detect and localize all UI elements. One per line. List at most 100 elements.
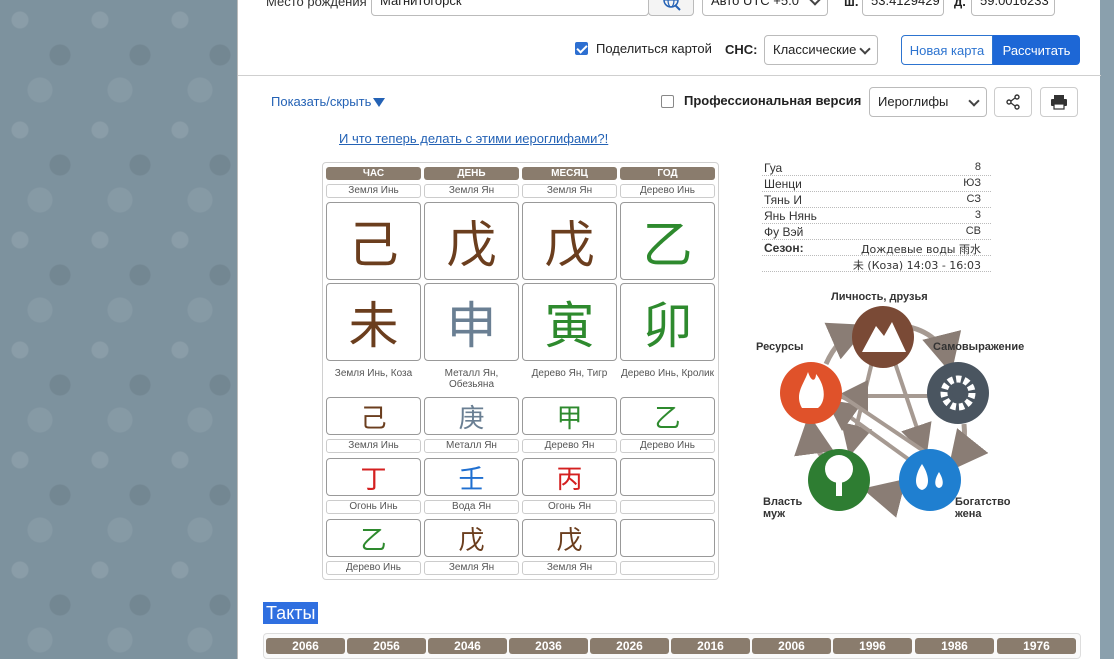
hidden-stem-empty bbox=[620, 458, 715, 496]
triangle-down-icon bbox=[373, 98, 386, 108]
stem-caption: Земля Ян bbox=[522, 184, 617, 198]
hidden-stem: 甲 bbox=[522, 397, 617, 435]
hidden-stem-caption: Дерево Инь bbox=[620, 439, 715, 453]
main-panel: Место рождения Магнитогорск Авто UTC +5.… bbox=[237, 0, 1101, 659]
pro-version-checkbox[interactable] bbox=[661, 95, 674, 108]
sns-label: СНС: bbox=[725, 42, 758, 57]
five-elements-wheel: Личность, друзья Ресурсы Самовыражение В… bbox=[744, 284, 1036, 524]
share-icon bbox=[1006, 94, 1020, 110]
hidden-stem: 乙 bbox=[620, 397, 715, 435]
branch-caption: Дерево Инь, Кролик bbox=[621, 368, 714, 379]
year-tab[interactable]: 2026 bbox=[590, 638, 669, 654]
label-power: Власть bbox=[763, 496, 803, 508]
stem-month: 戊 bbox=[522, 202, 617, 280]
hidden-stem: 己 bbox=[326, 397, 421, 435]
elements-cycle-diagram bbox=[780, 306, 989, 518]
info-key: Гуа bbox=[764, 161, 783, 175]
hidden-stem: 壬 bbox=[424, 458, 519, 496]
arrow-wood-fire bbox=[794, 414, 834, 461]
label-personality: Личность, друзья bbox=[831, 291, 928, 303]
hidden-stem: 丁 bbox=[326, 458, 421, 496]
hidden-stem-caption: Дерево Инь bbox=[326, 561, 421, 575]
branch-month: 寅 bbox=[522, 283, 617, 361]
stem-caption: Дерево Инь bbox=[620, 184, 715, 198]
branch-caption: Земля Инь, Коза bbox=[334, 368, 413, 379]
share-button[interactable] bbox=[994, 87, 1032, 117]
hidden-stem: 丙 bbox=[522, 458, 617, 496]
stem-hour: 己 bbox=[326, 202, 421, 280]
label-resources: Ресурсы bbox=[756, 341, 804, 353]
label-self-expression: Самовыражение bbox=[933, 341, 1025, 353]
share-label: Поделиться картой bbox=[596, 41, 712, 56]
hidden-stem-caption bbox=[620, 561, 715, 575]
year-tab[interactable]: 2016 bbox=[671, 638, 750, 654]
year-tab[interactable]: 1986 bbox=[915, 638, 994, 654]
share-checkbox[interactable] bbox=[575, 42, 588, 55]
stem-day: 戊 bbox=[424, 202, 519, 280]
timezone-value: Авто UTC +5.0 bbox=[711, 0, 799, 8]
year-tab[interactable]: 2036 bbox=[509, 638, 588, 654]
season-row: Сезон: Дождевые воды 雨水 bbox=[762, 240, 991, 256]
year-tab[interactable]: 2046 bbox=[428, 638, 507, 654]
place-input[interactable]: Магнитогорск bbox=[371, 0, 649, 16]
background-strip bbox=[1100, 0, 1114, 659]
branch-hour: 未 bbox=[326, 283, 421, 361]
chart-toolbar: Показать/скрыть Профессиональная версия … bbox=[263, 84, 1093, 120]
view-select[interactable]: Иероглифы bbox=[869, 87, 987, 117]
branch-caption: Дерево Ян, Тигр bbox=[531, 368, 608, 379]
water-element-icon bbox=[899, 449, 961, 511]
info-value: 3 bbox=[974, 209, 981, 221]
label-wife: жена bbox=[955, 508, 982, 520]
wood-element-icon bbox=[808, 449, 870, 511]
hidden-stem-caption: Дерево Ян bbox=[522, 439, 617, 453]
hidden-stem-empty bbox=[620, 519, 715, 557]
timezone-select[interactable]: Авто UTC +5.0 bbox=[702, 0, 828, 16]
sns-select[interactable]: Классические bbox=[764, 35, 878, 65]
fire-element-icon bbox=[780, 362, 842, 424]
geo-search-button[interactable] bbox=[648, 0, 694, 16]
year-tab[interactable]: 1976 bbox=[997, 638, 1076, 654]
label-husband: муж bbox=[763, 508, 786, 520]
season-value: Дождевые воды 雨水 bbox=[860, 243, 981, 256]
hidden-stem-caption: Земля Ян bbox=[424, 561, 519, 575]
year-tab[interactable]: 1996 bbox=[833, 638, 912, 654]
chevron-down-icon bbox=[809, 0, 821, 6]
year-tab[interactable]: 2006 bbox=[752, 638, 831, 654]
header-day: ДЕНЬ bbox=[424, 167, 519, 180]
season-label: Сезон: bbox=[764, 241, 804, 255]
info-key: Янь Нянь bbox=[764, 209, 817, 223]
info-value: СВ bbox=[965, 225, 981, 237]
info-key: Шенци bbox=[764, 177, 802, 191]
year-tab[interactable]: 2056 bbox=[347, 638, 426, 654]
info-row: Гуа 8 bbox=[762, 160, 991, 176]
show-hide-toggle[interactable]: Показать/скрыть bbox=[271, 94, 386, 109]
what-to-do-link[interactable]: И что теперь делать с этими иероглифами?… bbox=[339, 131, 608, 146]
info-key: Фу Вэй bbox=[764, 225, 804, 239]
branch-year: 卯 bbox=[620, 283, 715, 361]
new-map-button[interactable]: Новая карта bbox=[901, 35, 993, 65]
time-row: 未 (Коза) 14:03 - 16:03 bbox=[762, 256, 991, 272]
chevron-down-icon bbox=[968, 95, 980, 107]
branch-caption: Металл Ян, Обезьяна bbox=[444, 368, 499, 390]
lon-input[interactable]: 59.0016233 bbox=[971, 0, 1055, 16]
calculate-button[interactable]: Рассчитать bbox=[993, 35, 1080, 65]
branch-day: 申 bbox=[424, 283, 519, 361]
hidden-stem-caption: Металл Ян bbox=[424, 439, 519, 453]
stem-year: 乙 bbox=[620, 202, 715, 280]
sns-value: Классические bbox=[773, 42, 857, 57]
header-year: ГОД bbox=[620, 167, 715, 180]
lat-input[interactable]: 53.4129429 bbox=[862, 0, 944, 16]
bazi-chart: ЧАС ДЕНЬ МЕСЯЦ ГОД Земля Инь Земля Ян Зе… bbox=[322, 162, 719, 580]
label-wealth: Богатство bbox=[955, 496, 1011, 508]
info-row: Шенци ЮЗ bbox=[762, 176, 991, 192]
metal-element-icon bbox=[927, 362, 989, 424]
hidden-stem-caption: Земля Ян bbox=[522, 561, 617, 575]
stem-caption: Земля Ян bbox=[424, 184, 519, 198]
chevron-down-icon bbox=[859, 43, 871, 55]
year-tab[interactable]: 2066 bbox=[266, 638, 345, 654]
takty-heading: Такты bbox=[263, 602, 319, 624]
info-row: Тянь И СЗ bbox=[762, 192, 991, 208]
info-value: СЗ bbox=[966, 193, 981, 205]
print-button[interactable] bbox=[1040, 87, 1078, 117]
hidden-stem-caption: Вода Ян bbox=[424, 500, 519, 514]
